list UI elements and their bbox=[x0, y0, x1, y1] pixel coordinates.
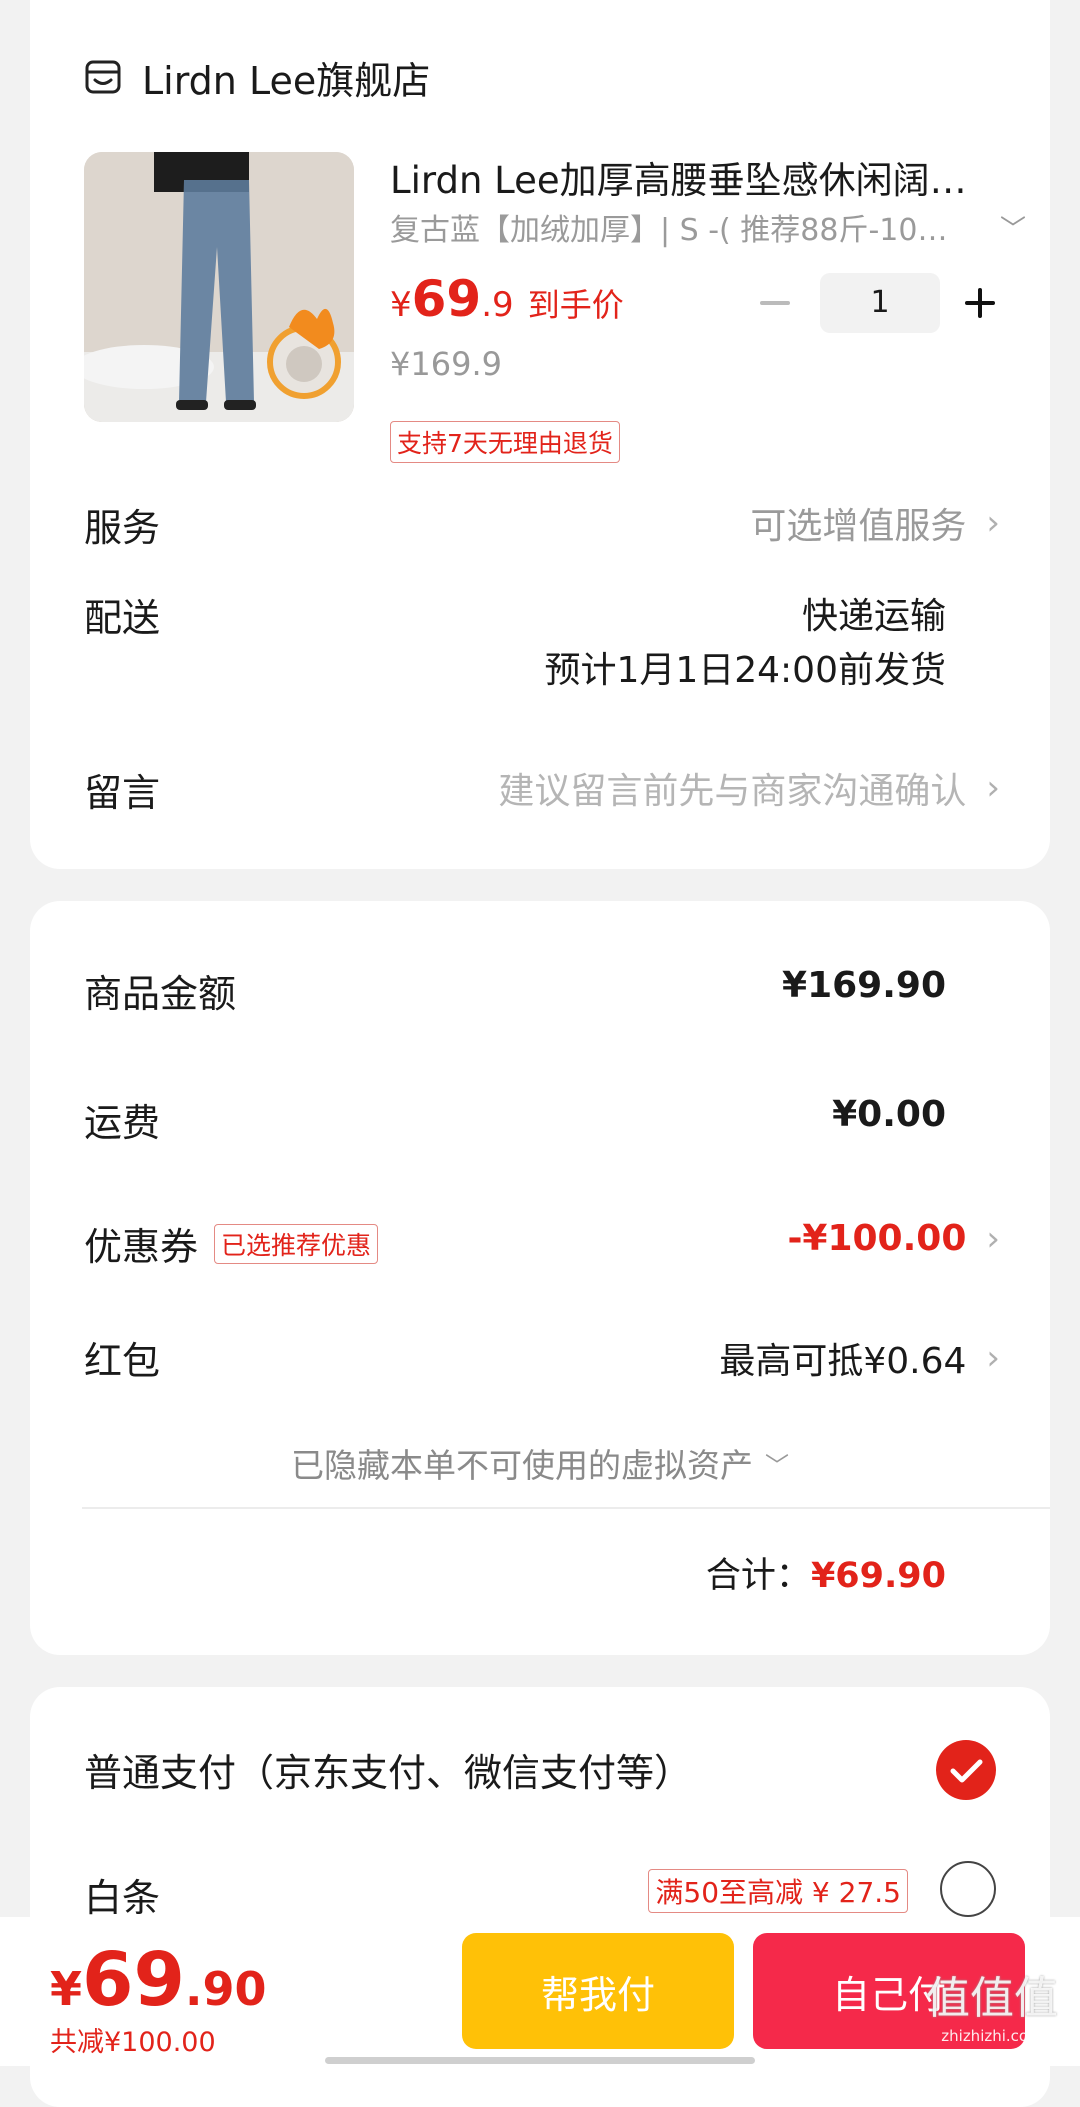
bottom-saved: 共减¥100.00 bbox=[50, 2027, 216, 2058]
goods-amount-label: 商品金额 bbox=[84, 972, 237, 1016]
delivery-label: 配送 bbox=[84, 596, 161, 640]
order-card: Lirdn Lee旗舰店 Lirdn Lee加厚高腰垂坠感休闲阔… 复古蓝【加绒… bbox=[30, 0, 1050, 869]
watermark: 值值值 zhizhizhi.com bbox=[926, 1977, 1058, 2044]
payment-baitiao-label: 白条 bbox=[84, 1876, 161, 1920]
product-title[interactable]: Lirdn Lee加厚高腰垂坠感休闲阔… bbox=[390, 150, 1020, 204]
redpacket-label: 红包 bbox=[84, 1339, 161, 1383]
product-variant[interactable]: 复古蓝【加绒加厚】| S -( 推荐88斤-10… ﹀ bbox=[390, 205, 1050, 249]
total-row: 合计： ¥69.90 bbox=[706, 1547, 946, 1598]
delivery-method: 快递运输 bbox=[801, 596, 946, 637]
total-label: 合计： bbox=[705, 1556, 811, 1596]
bottom-action-bar: ¥ 69 .90 共减¥100.00 帮我付 自己付 值值值 zhizhizhi… bbox=[0, 1917, 1080, 2066]
bottom-price: ¥ 69 .90 bbox=[50, 1937, 267, 2023]
home-indicator bbox=[325, 2057, 755, 2064]
chevron-down-icon: ﹀ bbox=[765, 1451, 789, 1480]
quantity-stepper: 1 bbox=[760, 273, 995, 333]
price-summary-card: 商品金额 ¥169.90 运费 ¥0.00 优惠券 已选推荐优惠 -¥100.0… bbox=[30, 901, 1050, 1655]
price-decimal: .9 bbox=[481, 285, 514, 325]
product-image[interactable] bbox=[84, 152, 354, 422]
return-policy-badge: 支持7天无理由退货 bbox=[390, 421, 620, 463]
coupon-row[interactable]: -¥100.00 › bbox=[787, 1218, 1000, 1259]
shipping-label: 运费 bbox=[84, 1101, 161, 1145]
message-placeholder: 建议留言前先与商家沟通确认 bbox=[498, 771, 967, 812]
help-pay-button[interactable]: 帮我付 bbox=[462, 1933, 734, 2049]
redpacket-row[interactable]: 最高可抵¥0.64 › bbox=[719, 1332, 1000, 1384]
product-variant-text: 复古蓝【加绒加厚】| S -( 推荐88斤-10… bbox=[390, 213, 948, 248]
service-value: 可选增值服务 bbox=[750, 506, 967, 547]
coupon-label: 优惠券 bbox=[84, 1225, 199, 1269]
total-value: ¥69.90 bbox=[810, 1556, 946, 1596]
chevron-right-icon: › bbox=[986, 503, 1000, 543]
original-price: ¥169.9 bbox=[390, 345, 502, 383]
hidden-assets-text: 已隐藏本单不可使用的虚拟资产 bbox=[291, 1446, 753, 1485]
minus-icon[interactable] bbox=[760, 301, 790, 305]
chevron-right-icon: › bbox=[986, 1338, 1000, 1378]
coupon-value: -¥100.00 bbox=[787, 1218, 967, 1259]
coupon-label-row: 优惠券 已选推荐优惠 bbox=[84, 1216, 379, 1271]
plus-icon[interactable] bbox=[965, 288, 995, 318]
goods-amount-value: ¥169.90 bbox=[782, 965, 946, 1006]
watermark-text: 值值值 bbox=[926, 1973, 1058, 2024]
message-row[interactable]: 建议留言前先与商家沟通确认 › bbox=[498, 762, 1000, 814]
chevron-right-icon: › bbox=[986, 768, 1000, 808]
store-header[interactable]: Lirdn Lee旗舰店 bbox=[84, 52, 431, 103]
price-integer: 69 bbox=[411, 270, 482, 328]
service-row[interactable]: 可选增值服务 › bbox=[750, 497, 1000, 549]
payment-option-normal[interactable]: 普通支付（京东支付、微信支付等） bbox=[84, 1740, 996, 1802]
chevron-right-icon: › bbox=[986, 1218, 1000, 1259]
product-price: ¥ 69 .9 到手价 bbox=[390, 270, 624, 328]
baitiao-promo-badge: 满50至高减 ¥ 27.5 bbox=[648, 1869, 908, 1913]
redpacket-value: 最高可抵¥0.64 bbox=[719, 1341, 967, 1382]
payment-normal-label: 普通支付（京东支付、微信支付等） bbox=[84, 1751, 693, 1795]
chevron-down-icon: ﹀ bbox=[1000, 214, 1027, 245]
radio-empty-icon bbox=[940, 1861, 996, 1917]
coupon-badge: 已选推荐优惠 bbox=[214, 1223, 379, 1264]
hidden-assets-toggle[interactable]: 已隐藏本单不可使用的虚拟资产 ﹀ bbox=[30, 1439, 1050, 1487]
shipping-value: ¥0.00 bbox=[832, 1094, 946, 1135]
bottom-price-integer: 69 bbox=[82, 1937, 185, 2023]
price-symbol: ¥ bbox=[390, 285, 412, 325]
divider bbox=[82, 1507, 1050, 1509]
bottom-price-symbol: ¥ bbox=[50, 1962, 83, 2016]
store-name: Lirdn Lee旗舰店 bbox=[142, 58, 431, 103]
check-circle-icon bbox=[936, 1740, 996, 1800]
help-pay-label: 帮我付 bbox=[540, 1972, 655, 2017]
watermark-sub: zhizhizhi.com bbox=[941, 2027, 1043, 2045]
price-tag: 到手价 bbox=[527, 286, 624, 324]
bottom-price-decimal: .90 bbox=[185, 1962, 267, 2016]
delivery-estimate: 预计1月1日24:00前发货 bbox=[544, 650, 946, 691]
service-label: 服务 bbox=[84, 506, 161, 550]
store-icon bbox=[84, 58, 122, 96]
quantity-field[interactable]: 1 bbox=[820, 273, 940, 333]
message-label: 留言 bbox=[84, 771, 161, 815]
